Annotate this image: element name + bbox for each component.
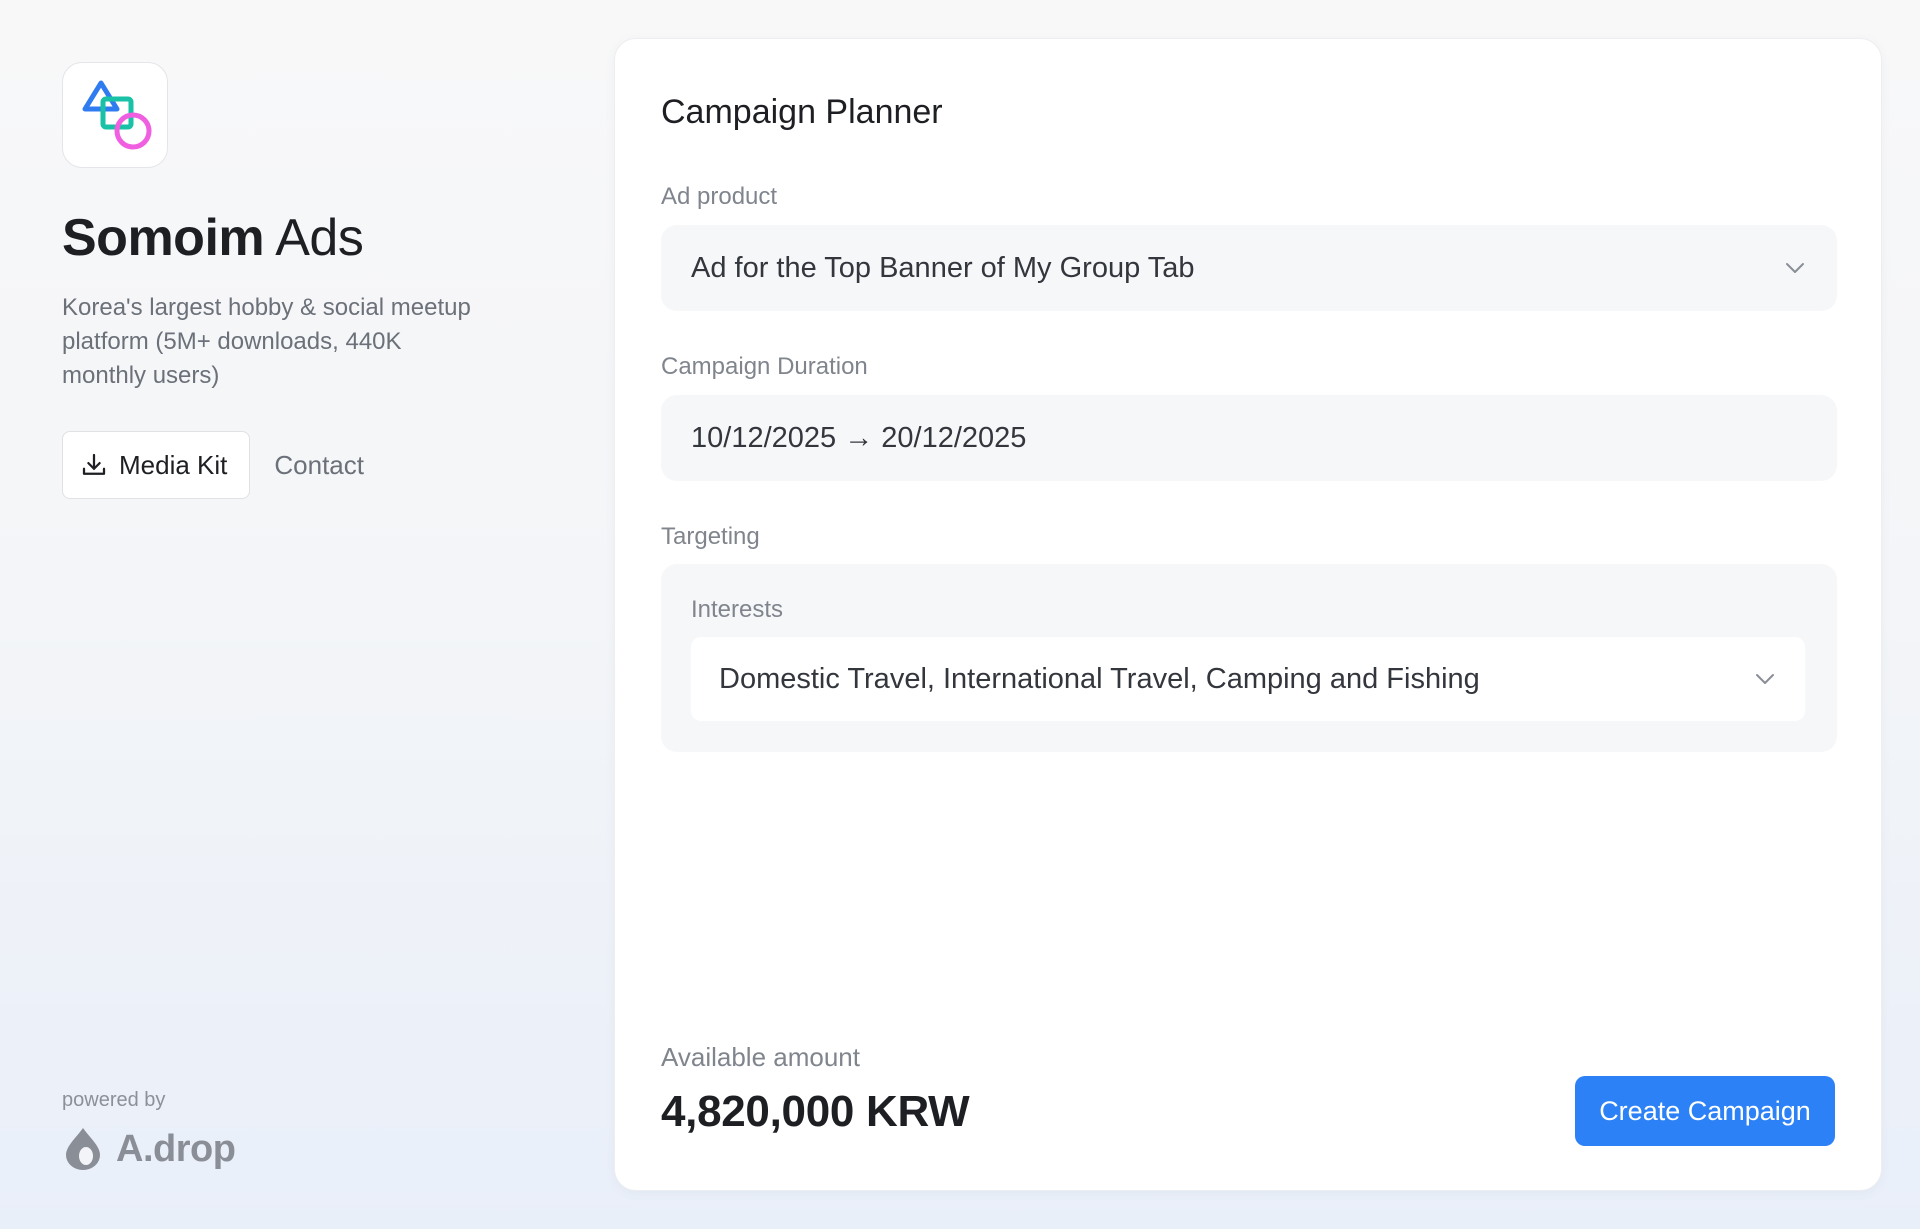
drop-icon: [66, 1128, 100, 1170]
available-amount-value: 4,820,000 KRW: [661, 1087, 970, 1136]
brand-actions: Media Kit Contact: [62, 431, 502, 500]
campaign-planner-card: Campaign Planner Ad product Ad for the T…: [614, 38, 1882, 1191]
media-kit-label: Media Kit: [119, 449, 228, 480]
shapes-logo-icon: [82, 80, 152, 150]
duration-label: Campaign Duration: [661, 353, 868, 380]
partner-name: A.drop: [116, 1127, 236, 1170]
available-amount-label: Available amount: [661, 1042, 860, 1072]
duration-picker[interactable]: 10/12/2025 → 20/12/2025: [661, 395, 1837, 481]
interests-label: Interests: [691, 596, 784, 623]
chevron-down-icon: [1783, 256, 1807, 280]
brand-name-bold: Somoim: [62, 209, 265, 267]
interests-select[interactable]: Domestic Travel, International Travel, C…: [691, 637, 1805, 721]
brand-name-light: Ads: [264, 209, 364, 267]
powered-by-label: powered by: [62, 1089, 166, 1111]
brand-description: Korea's largest hobby & social meetup pl…: [62, 294, 471, 390]
app-logo: [62, 62, 168, 168]
contact-link[interactable]: Contact: [274, 450, 364, 481]
ad-product-value: Ad for the Top Banner of My Group Tab: [691, 251, 1195, 284]
media-kit-button[interactable]: Media Kit: [62, 431, 251, 500]
ad-product-label: Ad product: [661, 183, 778, 210]
powered-by-section: powered by A.drop: [62, 1089, 236, 1172]
card-title: Campaign Planner: [661, 93, 943, 131]
chevron-down-icon: [1753, 667, 1777, 691]
ad-product-select[interactable]: Ad for the Top Banner of My Group Tab: [661, 225, 1837, 311]
create-campaign-button[interactable]: Create Campaign: [1575, 1076, 1835, 1146]
brand-title: Somoim Ads: [62, 209, 502, 267]
targeting-panel: Interests Domestic Travel, International…: [661, 564, 1837, 752]
duration-value: 10/12/2025 → 20/12/2025: [691, 421, 1027, 454]
targeting-label: Targeting: [661, 523, 760, 550]
download-icon: [82, 454, 106, 476]
brand-panel: Somoim Ads Korea's largest hobby & socia…: [62, 62, 502, 1172]
interests-value: Domestic Travel, International Travel, C…: [719, 662, 1480, 695]
partner-logo: A.drop: [62, 1126, 236, 1172]
